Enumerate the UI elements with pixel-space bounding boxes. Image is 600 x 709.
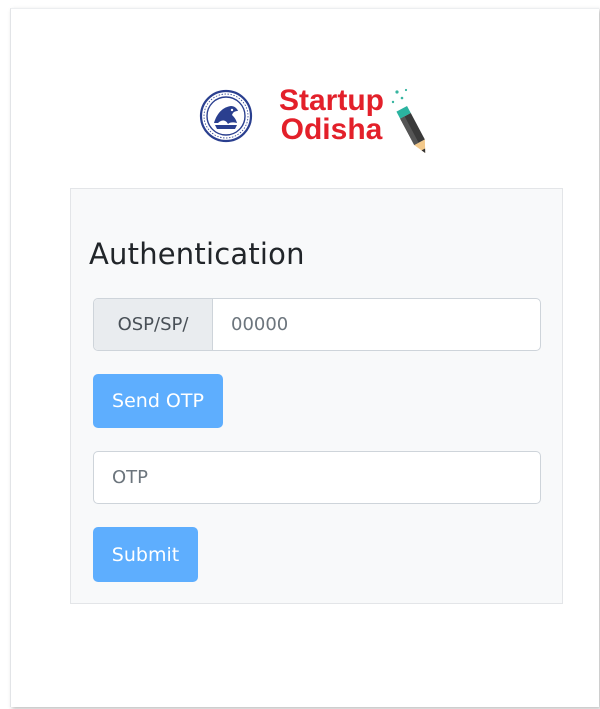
otp-input[interactable] bbox=[94, 452, 540, 503]
submit-button[interactable]: Submit bbox=[93, 527, 198, 582]
send-otp-button[interactable]: Send OTP bbox=[93, 374, 223, 428]
pencil-icon bbox=[391, 88, 426, 153]
startup-odisha-logo: Startup Odisha bbox=[199, 86, 439, 162]
logo-text-line2: Odisha bbox=[280, 113, 383, 146]
odisha-emblem-icon bbox=[199, 89, 253, 143]
authentication-card: Authentication OSP/SP/ Send OTP Submit bbox=[70, 188, 563, 604]
logo-text: Startup Odisha bbox=[269, 84, 394, 146]
osp-id-input[interactable] bbox=[213, 299, 540, 350]
otp-input-group bbox=[93, 451, 541, 504]
osp-id-input-group: OSP/SP/ bbox=[93, 298, 541, 351]
osp-id-prefix: OSP/SP/ bbox=[94, 299, 213, 350]
logo-text-line1: Startup bbox=[279, 84, 384, 117]
page-frame: Startup Odisha Authentication OSP/SP/ Se… bbox=[10, 8, 599, 707]
page-title: Authentication bbox=[89, 237, 305, 271]
